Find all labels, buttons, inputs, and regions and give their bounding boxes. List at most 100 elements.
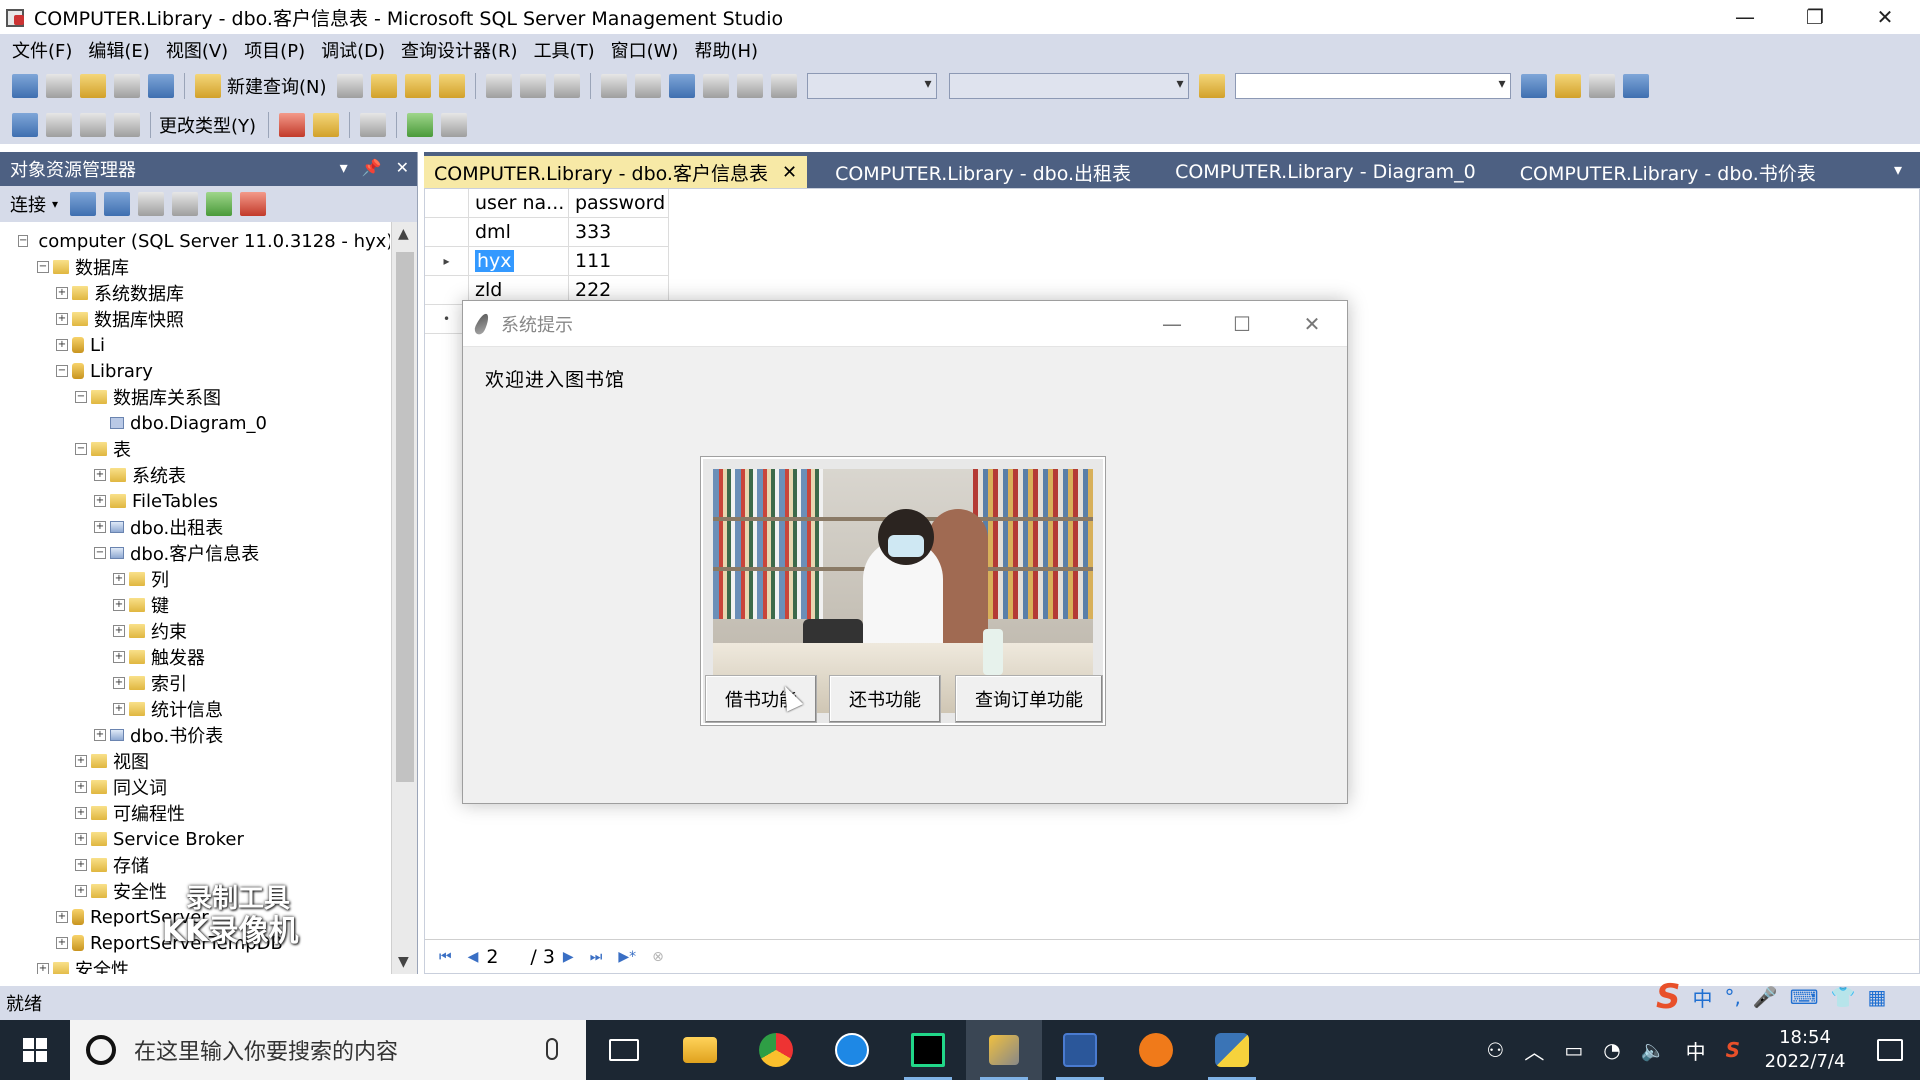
- results-pane-icon[interactable]: [114, 113, 140, 137]
- tree-node[interactable]: + Service Broker: [0, 826, 390, 852]
- tree-node[interactable]: + 键: [0, 592, 390, 618]
- tree-node[interactable]: + 统计信息: [0, 696, 390, 722]
- pin-icon[interactable]: 📌: [362, 158, 382, 177]
- expand-icon[interactable]: +: [37, 963, 49, 974]
- new-query-button[interactable]: 新建查询(N): [227, 73, 327, 99]
- connect-dropdown-icon[interactable]: ▾: [52, 197, 58, 211]
- expand-icon[interactable]: +: [56, 339, 68, 351]
- expand-icon[interactable]: +: [56, 937, 68, 949]
- tree-node[interactable]: + 系统表: [0, 462, 390, 488]
- tab-close-icon[interactable]: ✕: [782, 162, 797, 183]
- tree-node[interactable]: + 数据库快照: [0, 306, 390, 332]
- solution-config-select[interactable]: [806, 73, 937, 99]
- tree-node[interactable]: + 视图: [0, 748, 390, 774]
- menu-edit[interactable]: 编辑(E): [80, 37, 157, 63]
- expand-icon[interactable]: +: [113, 703, 125, 715]
- execute-icon[interactable]: [770, 74, 797, 98]
- menu-view[interactable]: 视图(V): [158, 37, 236, 63]
- corner-cell[interactable]: [425, 189, 469, 218]
- cut-icon[interactable]: [485, 74, 512, 98]
- connect-icon[interactable]: [70, 192, 97, 216]
- menu-window[interactable]: 窗口(W): [603, 37, 687, 63]
- xmla-query-icon[interactable]: [438, 74, 465, 98]
- tree-node[interactable]: + 索引: [0, 670, 390, 696]
- tree-node[interactable]: − 表: [0, 436, 390, 462]
- add-table-icon[interactable]: [407, 113, 434, 137]
- platform-select[interactable]: [948, 73, 1189, 99]
- expand-icon[interactable]: +: [75, 781, 87, 793]
- scrollbar-thumb[interactable]: [396, 252, 414, 782]
- tree-node[interactable]: − 数据库关系图: [0, 384, 390, 410]
- ime-indicator[interactable]: 中: [1686, 1036, 1706, 1065]
- tab-list-dropdown-icon[interactable]: ▾: [1894, 160, 1902, 179]
- verify-sql-icon[interactable]: [313, 113, 340, 137]
- object-explorer-scrollbar[interactable]: ▲ ▼: [391, 222, 417, 974]
- find-in-files-icon[interactable]: [1198, 74, 1225, 98]
- minimize-button[interactable]: —: [1710, 0, 1780, 34]
- pycharm-app[interactable]: [890, 1020, 966, 1080]
- tree-node[interactable]: + FileTables: [0, 488, 390, 514]
- word-app[interactable]: [1042, 1020, 1118, 1080]
- tab-rental-table[interactable]: COMPUTER.Library - dbo.出租表: [825, 156, 1141, 188]
- sql-pane-icon[interactable]: [80, 113, 106, 137]
- expand-icon[interactable]: +: [113, 677, 125, 689]
- ssms-app[interactable]: [966, 1020, 1042, 1080]
- voice-input-icon[interactable]: 🎤: [1753, 985, 1778, 1009]
- panel-close-icon[interactable]: ✕: [396, 158, 409, 177]
- tree-node[interactable]: − 数据库: [0, 254, 390, 280]
- expand-icon[interactable]: +: [94, 729, 106, 741]
- expand-icon[interactable]: +: [113, 651, 125, 663]
- action-center-button[interactable]: [1860, 1020, 1920, 1080]
- kk-recorder-app[interactable]: [1118, 1020, 1194, 1080]
- execute-sql-icon[interactable]: [279, 113, 306, 137]
- open-file-icon[interactable]: [80, 74, 106, 98]
- layout-icon[interactable]: [702, 74, 729, 98]
- collapse-icon[interactable]: −: [56, 365, 68, 377]
- cell-username[interactable]: dml: [469, 218, 569, 247]
- expand-icon[interactable]: +: [75, 807, 87, 819]
- expand-icon[interactable]: +: [94, 495, 106, 507]
- tree-node[interactable]: − Library: [0, 358, 390, 384]
- restore-button[interactable]: ❐: [1780, 0, 1850, 34]
- screenshot-icon[interactable]: [736, 74, 763, 98]
- activity-monitor-icon[interactable]: [240, 192, 267, 216]
- table-row[interactable]: ▸ hyx 111: [425, 247, 669, 276]
- refresh-icon[interactable]: [206, 192, 233, 216]
- taskbar-search[interactable]: 在这里输入你要搜索的内容: [70, 1020, 586, 1080]
- disconnect-icon[interactable]: [104, 192, 131, 216]
- expand-icon[interactable]: +: [75, 833, 87, 845]
- column-header-password[interactable]: password: [569, 189, 669, 218]
- first-record-icon[interactable]: ⏮: [439, 949, 452, 965]
- registered-servers-icon[interactable]: [1520, 74, 1547, 98]
- new-project-icon[interactable]: [12, 74, 38, 98]
- column-header-username[interactable]: user na...: [469, 189, 569, 218]
- tree-node[interactable]: + 同义词: [0, 774, 390, 800]
- properties-icon[interactable]: [1588, 74, 1615, 98]
- expand-icon[interactable]: +: [94, 469, 106, 481]
- chrome-app[interactable]: [738, 1020, 814, 1080]
- toolbox-icon[interactable]: [1622, 74, 1649, 98]
- menu-query-designer[interactable]: 查询设计器(R): [393, 37, 526, 63]
- cell-username[interactable]: hyx: [469, 247, 569, 276]
- collapse-icon[interactable]: −: [75, 443, 87, 455]
- show-hidden-icons-chevron[interactable]: ︿: [1524, 1036, 1544, 1065]
- cell-password[interactable]: 333: [569, 218, 669, 247]
- skin-icon[interactable]: 👕: [1831, 985, 1856, 1009]
- task-view-button[interactable]: [586, 1020, 662, 1080]
- people-icon[interactable]: ⚇: [1486, 1038, 1504, 1062]
- menu-help[interactable]: 帮助(H): [686, 37, 766, 63]
- row-header[interactable]: [425, 218, 469, 247]
- tree-node[interactable]: + 列: [0, 566, 390, 592]
- sogou-tray-icon[interactable]: S: [1726, 1038, 1740, 1062]
- file-explorer-app[interactable]: [662, 1020, 738, 1080]
- menu-debug[interactable]: 调试(D): [313, 37, 393, 63]
- table-row[interactable]: dml 333: [425, 218, 669, 247]
- stop-icon[interactable]: [138, 192, 165, 216]
- query-db-icon[interactable]: [336, 74, 363, 98]
- collapse-icon[interactable]: −: [18, 235, 29, 247]
- new-record-icon[interactable]: ▶*: [618, 949, 636, 965]
- scroll-down-icon[interactable]: ▼: [398, 954, 409, 970]
- expand-icon[interactable]: +: [75, 859, 87, 871]
- punctuation-icon[interactable]: °,: [1725, 985, 1741, 1009]
- previous-record-icon[interactable]: ◀: [468, 949, 479, 965]
